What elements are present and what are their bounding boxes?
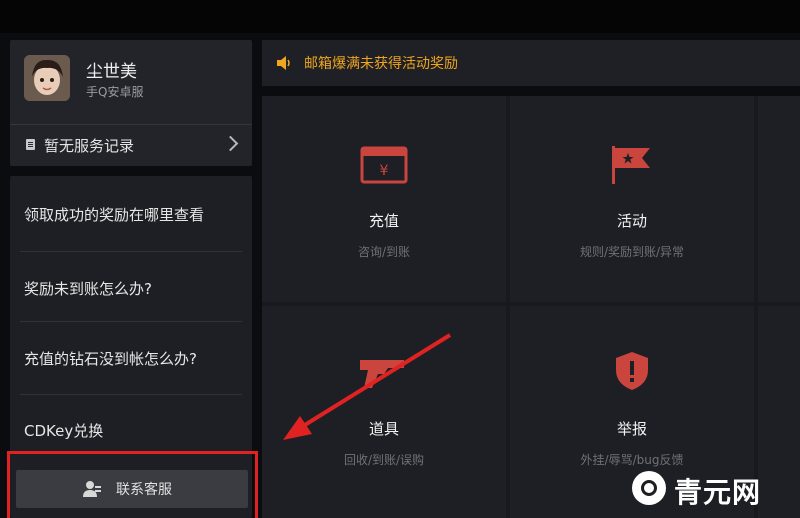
watermark: 青元网 bbox=[628, 465, 800, 513]
annotation-arrow bbox=[283, 333, 452, 440]
watermark-text: 青元网 bbox=[674, 476, 762, 509]
watermark-logo-icon bbox=[632, 471, 666, 505]
